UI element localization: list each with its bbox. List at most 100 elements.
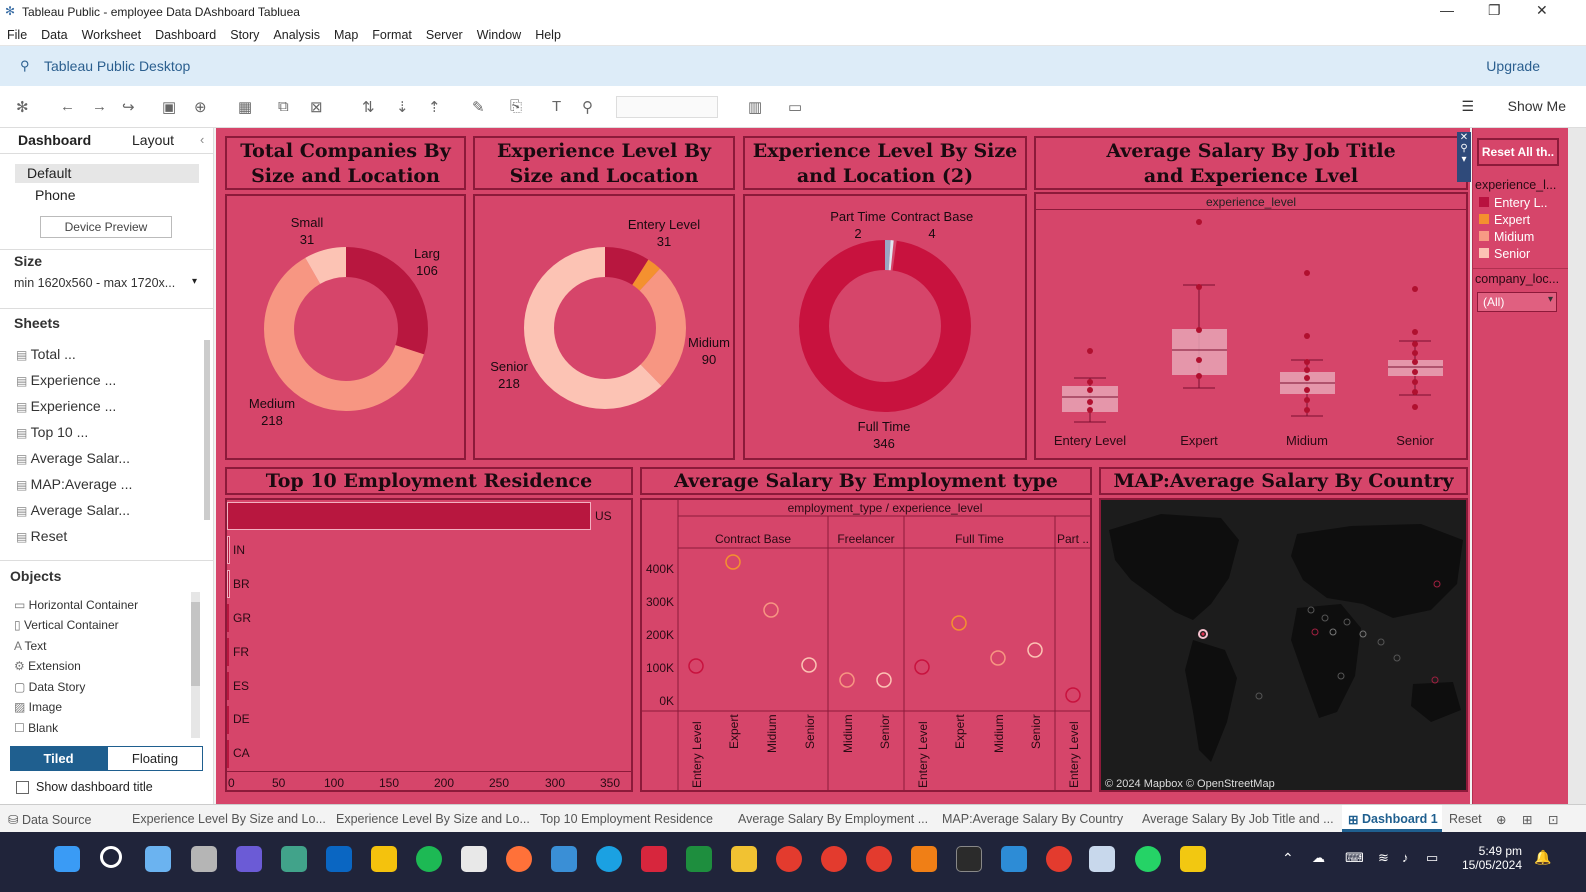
search-icon[interactable] xyxy=(100,846,122,868)
swap-icon[interactable]: ⇅ xyxy=(362,98,375,116)
object-item[interactable]: ☐ Blank xyxy=(14,721,58,735)
spotify-icon[interactable] xyxy=(416,846,442,872)
object-item[interactable]: ⚙ Extension xyxy=(14,659,81,673)
layout-icon[interactable]: ▥ xyxy=(748,98,762,116)
save-icon[interactable]: ▣ xyxy=(162,98,176,116)
show-title-checkbox[interactable] xyxy=(16,781,29,794)
dashboard-tab-active[interactable]: ⊞ Dashboard 1 xyxy=(1342,805,1442,832)
vlc-icon[interactable] xyxy=(911,846,937,872)
restore-button[interactable]: ❐ xyxy=(1488,2,1501,19)
sheets-scrollbar[interactable] xyxy=(204,340,210,520)
task-view-icon[interactable] xyxy=(191,846,217,872)
sheet-tab[interactable]: MAP:Average Salary By Country xyxy=(942,812,1123,826)
bar-fr[interactable] xyxy=(227,638,229,666)
teams-icon[interactable] xyxy=(236,846,262,872)
sheet-item[interactable]: ▤ Experience ... xyxy=(16,372,116,388)
menu-dashboard[interactable]: Dashboard xyxy=(148,24,223,42)
map-marker[interactable] xyxy=(1255,692,1263,700)
new-sheet-icon[interactable]: ▦ xyxy=(238,98,252,116)
object-item[interactable]: ▯ Vertical Container xyxy=(14,618,119,632)
sheet-item[interactable]: ▤ Reset xyxy=(16,528,67,544)
back-icon[interactable]: ← xyxy=(60,98,75,115)
map-average-salary[interactable]: © 2024 Mapbox © OpenStreetMap xyxy=(1099,498,1468,792)
tab-layout[interactable]: Layout xyxy=(132,132,174,148)
sheet-item[interactable]: ▤ Top 10 ... xyxy=(16,424,88,440)
map-marker[interactable] xyxy=(1359,630,1367,638)
point[interactable] xyxy=(1027,642,1043,658)
add-datasource-icon[interactable]: ⊕ xyxy=(194,98,207,116)
wifi-icon[interactable]: ≋ xyxy=(1378,850,1389,866)
chatgpt-icon[interactable] xyxy=(281,846,307,872)
vscode-icon[interactable] xyxy=(1001,846,1027,872)
sheet-item[interactable]: ▤ MAP:Average ... xyxy=(16,476,132,492)
menu-worksheet[interactable]: Worksheet xyxy=(75,24,149,42)
tray-chevron-icon[interactable]: ⌃ xyxy=(1282,850,1294,867)
sort-asc-icon[interactable]: ⇣ xyxy=(396,98,409,116)
collapse-icon[interactable]: ‹ xyxy=(200,132,204,147)
device-preview-button[interactable]: Device Preview xyxy=(40,216,172,238)
sheet-item[interactable]: ▤ Total ... xyxy=(16,346,76,362)
tiled-button[interactable]: Tiled xyxy=(10,746,107,771)
slice-full-time[interactable] xyxy=(799,240,971,412)
chrome-icon[interactable] xyxy=(776,846,802,872)
chevron-down-icon[interactable]: ▾ xyxy=(1457,154,1471,165)
legend-item[interactable]: Midium xyxy=(1479,230,1548,247)
point[interactable] xyxy=(914,659,930,675)
map-marker[interactable] xyxy=(1393,654,1401,662)
device-phone[interactable]: Phone xyxy=(35,187,75,203)
tableau-taskbar-icon[interactable] xyxy=(1089,846,1115,872)
menu-format[interactable]: Format xyxy=(365,24,419,42)
point[interactable] xyxy=(801,657,817,673)
legend-item[interactable]: Senior xyxy=(1479,247,1548,264)
cloud-icon[interactable]: ☁ xyxy=(1312,850,1325,866)
point[interactable] xyxy=(951,615,967,631)
point[interactable] xyxy=(763,602,779,618)
legend-item[interactable]: Expert xyxy=(1479,213,1548,230)
objects-scrollbar[interactable] xyxy=(191,592,200,738)
new-story-icon[interactable]: ⊡ xyxy=(1548,812,1558,827)
vertical-scrollbar[interactable] xyxy=(1568,128,1586,804)
map-marker[interactable] xyxy=(1377,638,1385,646)
classroom-icon[interactable] xyxy=(686,846,712,872)
clear-icon[interactable]: ⊠ xyxy=(310,98,323,116)
filter-dropdown[interactable]: (All) ▾ xyxy=(1477,292,1557,312)
bar-es[interactable] xyxy=(227,672,229,700)
box-midium[interactable] xyxy=(1280,270,1335,417)
attach-icon[interactable]: ⎘ xyxy=(510,98,522,115)
sheet-item[interactable]: ▤ Average Salar... xyxy=(16,450,130,466)
point[interactable] xyxy=(990,650,1006,666)
new-worksheet-icon[interactable]: ⊕ xyxy=(1496,812,1506,827)
power-bi-icon[interactable] xyxy=(1180,846,1206,872)
text-icon[interactable]: T xyxy=(552,98,561,115)
point[interactable] xyxy=(725,554,741,570)
box-entery-level[interactable] xyxy=(1062,348,1118,423)
tableau-icon[interactable]: ✻ xyxy=(16,98,29,116)
chevron-down-icon[interactable]: ▾ xyxy=(1548,294,1553,305)
bar-us[interactable] xyxy=(227,502,591,530)
fit-dropdown[interactable] xyxy=(616,96,718,118)
menu-help[interactable]: Help xyxy=(528,24,568,42)
show-me-button[interactable]: Show Me xyxy=(1508,98,1566,114)
close-button[interactable]: ✕ xyxy=(1536,2,1548,19)
menu-story[interactable]: Story xyxy=(223,24,266,42)
sheet-tab[interactable]: Experience Level By Size and Lo... xyxy=(336,812,530,826)
chrome-icon[interactable] xyxy=(1046,846,1072,872)
sheet-tab[interactable]: Average Salary By Job Title and ... xyxy=(1142,812,1334,826)
object-item[interactable]: ▢ Data Story xyxy=(14,680,85,694)
size-dropdown[interactable]: min 1620x560 - max 1720x... xyxy=(14,276,175,290)
point[interactable] xyxy=(1065,687,1081,703)
battery-icon[interactable]: ▭ xyxy=(1426,850,1438,866)
upgrade-link[interactable]: Upgrade xyxy=(1486,58,1540,74)
forward-icon[interactable]: → xyxy=(92,98,107,115)
pin-icon[interactable]: ⚲ xyxy=(582,98,593,116)
object-item[interactable]: A Text xyxy=(14,639,46,653)
duplicate-icon[interactable]: ⧉ xyxy=(278,98,289,115)
menu-analysis[interactable]: Analysis xyxy=(266,24,327,42)
copilot-icon[interactable] xyxy=(145,846,171,872)
reset-all-button[interactable]: Reset All th.. xyxy=(1477,138,1559,166)
legend-item[interactable]: Entery L.. xyxy=(1479,196,1548,213)
sheet-tab[interactable]: Experience Level By Size and Lo... xyxy=(132,812,326,826)
sort-desc-icon[interactable]: ⇡ xyxy=(428,98,441,116)
chrome-icon[interactable] xyxy=(821,846,847,872)
bar-ca[interactable] xyxy=(227,740,229,768)
